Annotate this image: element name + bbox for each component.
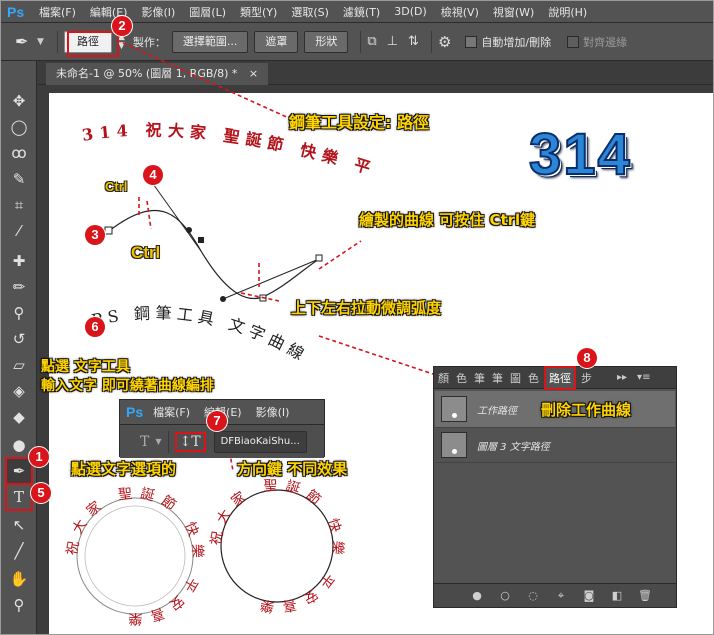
tab-swatches[interactable]: 色 — [456, 370, 467, 386]
ctrl-label-1: Ctrl — [105, 179, 128, 194]
path-thumbnail — [441, 432, 467, 458]
trash-icon[interactable]: 🗑 — [638, 589, 652, 603]
step-badge-1: 1 — [29, 447, 49, 467]
tab-brush-presets[interactable]: 筆 — [492, 370, 503, 386]
fill-path-icon[interactable]: ● — [470, 589, 484, 603]
step-badge-8: 8 — [577, 348, 597, 368]
panel-expand-icon[interactable]: ▸▸ — [617, 372, 627, 383]
step-badge-7: 7 — [207, 411, 227, 431]
big-number-314: 314 — [528, 121, 632, 188]
note-pen-setting: 鋼筆工具設定: 路徑 — [289, 113, 429, 132]
path-row-label: 工作路徑 — [477, 405, 517, 417]
tab-layers[interactable]: 圖 — [510, 370, 521, 386]
tab-channels[interactable]: 色 — [528, 370, 539, 386]
sub-app-logo: Ps — [126, 404, 144, 420]
ctrl-label-2: Ctrl — [131, 243, 161, 262]
path-thumbnail — [441, 396, 467, 422]
tab-history[interactable]: 步 — [581, 370, 592, 386]
path-row-label: 圖層 3 文字路徑 — [477, 441, 550, 453]
handle-line — [150, 180, 202, 252]
font-family-field[interactable]: DFBiaoKaiShu... — [213, 430, 307, 453]
panel-footer: ● ○ ◌ ⌖ ◙ ◧ 🗑 — [434, 583, 676, 607]
text-orientation-icon[interactable]: ↕T — [174, 431, 206, 452]
make-work-path-icon[interactable]: ⌖ — [554, 589, 568, 603]
type-tool-preset-icon[interactable]: T — [140, 434, 149, 450]
anchor-point — [315, 254, 323, 262]
add-mask-icon[interactable]: ◙ — [582, 589, 596, 603]
panel-menu-icon[interactable]: ▾≡ — [637, 372, 650, 383]
dashed-arrow — [318, 240, 362, 270]
path-row-text-path[interactable]: 圖層 3 文字路徑 — [435, 427, 675, 463]
sub-menu-image[interactable]: 影像(I) — [256, 404, 290, 420]
note-adjust-arc: 上下左右拉動微調弧度 — [291, 299, 442, 317]
divider — [167, 430, 169, 453]
note-text-tool-2: 輸入文字 即可繞著曲線編排 — [41, 378, 214, 394]
note-text-tool-1: 點選 文字工具 — [41, 359, 130, 375]
step-badge-4: 4 — [143, 165, 163, 185]
dashed-arrow — [122, 42, 292, 120]
note-delete-path: 刪除工作曲線 — [541, 401, 632, 419]
step-badge-5: 5 — [31, 483, 51, 503]
anchor-point — [104, 226, 113, 235]
panel-tab-strip: 顏 色 筆 筆 圖 色 路徑 步 ▸▸ ▾≡ — [434, 365, 676, 390]
step-badge-2: 2 — [112, 16, 132, 36]
dashed-arrow — [146, 200, 152, 230]
tab-paths[interactable]: 路徑 — [544, 365, 576, 390]
step-badge-3: 3 — [85, 225, 105, 245]
curved-text-top: 314 祝大家 聖誕節 快樂 平安喜樂 — [1, 1, 378, 179]
dashed-arrow — [318, 335, 440, 377]
circle-left-inner — [84, 505, 186, 607]
anchor-point — [186, 227, 192, 233]
circle-right-text: 祝大家 聖誕節 快樂 平安喜樂 — [208, 478, 346, 616]
note-direction-2: 方向鍵 不同效果 — [237, 460, 348, 478]
load-selection-icon[interactable]: ◌ — [526, 589, 540, 603]
stroke-path-icon[interactable]: ○ — [498, 589, 512, 603]
sub-menu-file[interactable]: 檔案(F) — [153, 404, 190, 420]
new-path-icon[interactable]: ◧ — [610, 589, 624, 603]
tab-brush[interactable]: 筆 — [474, 370, 485, 386]
step-badge-6: 6 — [85, 317, 105, 337]
note-ctrl-curve: 繪製的曲線 可按住 Ctrl鍵 — [359, 211, 536, 229]
anchor-point — [198, 237, 204, 243]
chevron-down-icon[interactable]: ▼ — [155, 437, 161, 446]
photoshop-window: Ps 檔案(F) 編輯(E) 影像(I) 圖層(L) 類型(Y) 選取(S) 濾… — [0, 0, 714, 635]
anchor-point — [220, 296, 226, 302]
note-direction: 點選文字選項的 — [71, 460, 177, 478]
highlight-box-mode — [67, 31, 119, 57]
tab-color[interactable]: 顏 — [438, 370, 449, 386]
